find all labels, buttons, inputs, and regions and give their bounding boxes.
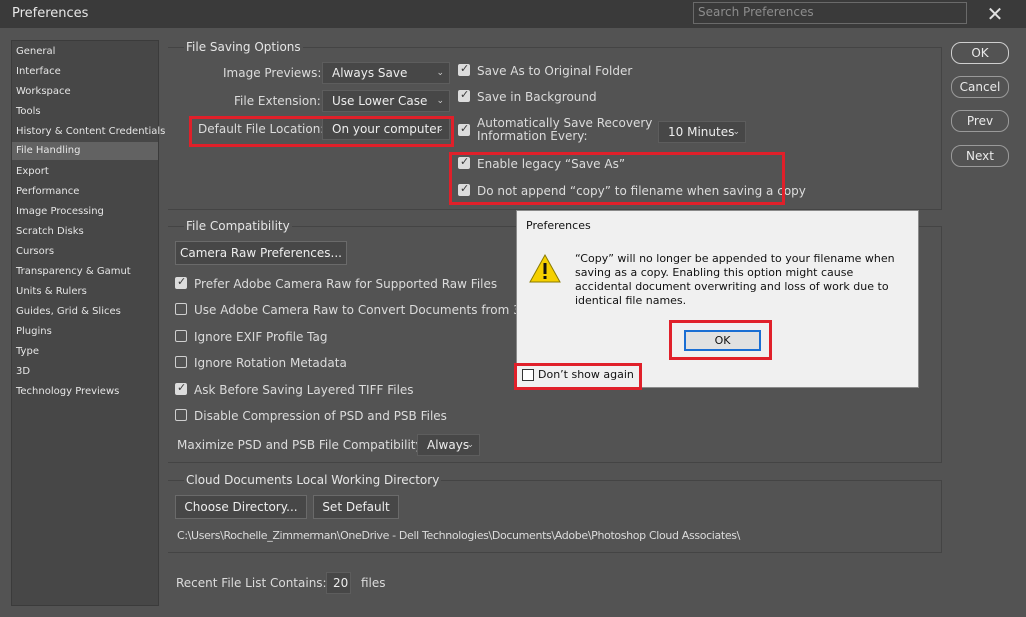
window-title: Preferences: [12, 6, 89, 21]
dialog-ok-button[interactable]: OK: [684, 330, 761, 351]
sidebar-item-export[interactable]: Export: [12, 163, 158, 181]
chevron-down-icon: ⌄: [436, 124, 444, 134]
ignore-rotation-label: Ignore Rotation Metadata: [194, 356, 347, 370]
alert-dialog: Preferences “Copy” will no longer be app…: [516, 210, 919, 388]
dont-show-again-checkbox[interactable]: [522, 369, 534, 381]
default-location-label: Default File Location:: [198, 122, 325, 136]
maximize-compat-value: Always: [427, 438, 470, 452]
ignore-exif-checkbox[interactable]: [175, 330, 187, 342]
legacy-save-as-label: Enable legacy “Save As”: [477, 157, 626, 171]
sidebar-item-type[interactable]: Type: [12, 343, 158, 361]
ask-layered-tiff-label: Ask Before Saving Layered TIFF Files: [194, 383, 414, 397]
next-button[interactable]: Next: [951, 145, 1009, 167]
sidebar: General Interface Workspace Tools Histor…: [11, 40, 165, 606]
auto-save-label-line1: Automatically Save Recovery: [477, 116, 653, 130]
set-default-button[interactable]: Set Default: [313, 495, 399, 519]
sidebar-item-3d[interactable]: 3D: [12, 363, 158, 381]
ask-layered-tiff-checkbox[interactable]: [175, 381, 187, 395]
disable-compression-checkbox[interactable]: [175, 409, 187, 421]
use-camera-raw-32bit-checkbox[interactable]: [175, 303, 187, 315]
sidebar-item-guides[interactable]: Guides, Grid & Slices: [12, 303, 158, 321]
sidebar-item-cursors[interactable]: Cursors: [12, 243, 158, 261]
chevron-down-icon: ⌄: [436, 96, 444, 106]
dont-show-again-label: Don’t show again: [538, 368, 634, 381]
ignore-rotation-checkbox[interactable]: [175, 356, 187, 368]
sidebar-item-tools[interactable]: Tools: [12, 103, 158, 121]
maximize-compat-select[interactable]: Always ⌄: [417, 434, 480, 456]
legacy-save-as-checkbox[interactable]: [458, 155, 470, 169]
sidebar-item-technology-previews[interactable]: Technology Previews: [12, 383, 158, 401]
save-as-original-label: Save As to Original Folder: [477, 64, 633, 78]
dialog-title: Preferences: [526, 219, 591, 232]
sidebar-item-scratch-disks[interactable]: Scratch Disks: [12, 223, 158, 241]
sidebar-item-history[interactable]: History & Content Credentials: [12, 123, 165, 141]
search-box[interactable]: [693, 2, 967, 24]
file-extension-value: Use Lower Case: [332, 94, 428, 108]
auto-save-label: Automatically Save Recovery Information …: [477, 117, 652, 143]
sidebar-item-units[interactable]: Units & Rulers: [12, 283, 158, 301]
file-saving-title: File Saving Options: [184, 40, 303, 54]
recent-files-input[interactable]: 20: [326, 572, 351, 594]
save-in-background-checkbox[interactable]: [458, 88, 470, 102]
chevron-down-icon: ⌄: [466, 440, 474, 450]
ignore-exif-label: Ignore EXIF Profile Tag: [194, 330, 328, 344]
file-extension-label: File Extension:: [234, 94, 321, 108]
sidebar-item-interface[interactable]: Interface: [12, 63, 158, 81]
maximize-compat-label: Maximize PSD and PSB File Compatibility:: [177, 438, 426, 452]
sidebar-item-image-processing[interactable]: Image Processing: [12, 203, 158, 221]
prev-button[interactable]: Prev: [951, 110, 1009, 132]
cloud-path: C:\Users\Rochelle_Zimmerman\OneDrive - D…: [177, 529, 741, 542]
warning-icon: [529, 253, 561, 283]
prefer-camera-raw-label: Prefer Adobe Camera Raw for Supported Ra…: [194, 277, 498, 291]
cloud-title: Cloud Documents Local Working Directory: [184, 473, 442, 487]
use-camera-raw-32bit-label: Use Adobe Camera Raw to Convert Document…: [194, 303, 548, 317]
auto-save-interval-select[interactable]: 10 Minutes ⌄: [658, 121, 746, 143]
image-previews-label: Image Previews:: [223, 66, 322, 80]
save-as-original-checkbox[interactable]: [458, 62, 470, 76]
auto-save-interval-value: 10 Minutes: [668, 125, 735, 139]
search-input[interactable]: [694, 3, 966, 21]
close-icon[interactable]: ✕: [983, 2, 1007, 26]
no-copy-append-label: Do not append “copy” to filename when sa…: [477, 184, 806, 198]
image-previews-value: Always Save: [332, 66, 408, 80]
chevron-down-icon: ⌄: [436, 68, 444, 78]
dialog-message: “Copy” will no longer be appended to you…: [575, 252, 895, 307]
sidebar-item-file-handling[interactable]: File Handling: [12, 142, 158, 160]
disable-compression-label: Disable Compression of PSD and PSB Files: [194, 409, 447, 423]
recent-files-suffix: files: [361, 576, 386, 590]
file-extension-select[interactable]: Use Lower Case ⌄: [322, 90, 450, 112]
compat-title: File Compatibility: [184, 219, 292, 233]
sidebar-item-transparency[interactable]: Transparency & Gamut: [12, 263, 158, 281]
sidebar-item-performance[interactable]: Performance: [12, 183, 158, 201]
ok-button[interactable]: OK: [951, 42, 1009, 64]
camera-raw-preferences-button[interactable]: Camera Raw Preferences...: [175, 241, 347, 265]
sidebar-item-plugins[interactable]: Plugins: [12, 323, 158, 341]
default-location-value: On your computer: [332, 122, 442, 136]
recent-files-label: Recent File List Contains:: [176, 576, 327, 590]
no-copy-append-checkbox[interactable]: [458, 182, 470, 196]
default-location-select[interactable]: On your computer ⌄: [322, 118, 450, 140]
sidebar-item-workspace[interactable]: Workspace: [12, 83, 158, 101]
auto-save-label-line2: Information Every:: [477, 129, 588, 143]
chevron-down-icon: ⌄: [732, 127, 740, 137]
prefer-camera-raw-checkbox[interactable]: [175, 275, 187, 289]
auto-save-checkbox[interactable]: [458, 122, 470, 136]
image-previews-select[interactable]: Always Save ⌄: [322, 62, 450, 84]
choose-directory-button[interactable]: Choose Directory...: [175, 495, 307, 519]
save-in-background-label: Save in Background: [477, 90, 597, 104]
sidebar-item-general[interactable]: General: [12, 43, 158, 61]
cancel-button[interactable]: Cancel: [951, 76, 1009, 98]
